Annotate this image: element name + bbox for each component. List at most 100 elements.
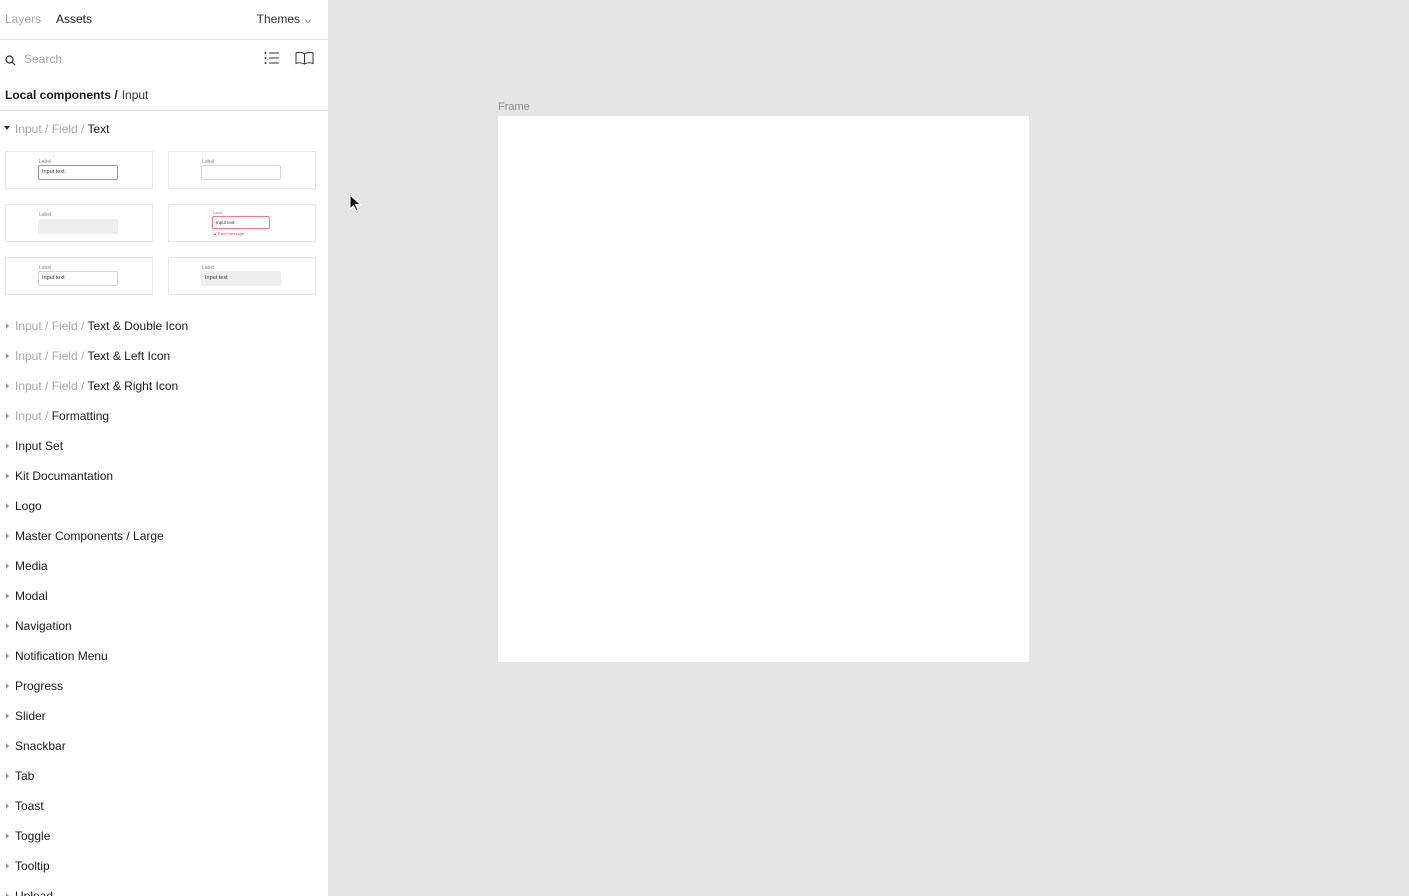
preview-field xyxy=(201,165,281,180)
caret-right-icon[interactable] xyxy=(6,803,9,809)
breadcrumb-root[interactable]: Local components / xyxy=(5,88,118,102)
preview-label: Label xyxy=(39,212,52,218)
group-path: Toggle xyxy=(15,829,50,843)
breadcrumb-current: Input xyxy=(121,88,149,102)
group-name: Snackbar xyxy=(15,739,66,753)
caret-right-icon[interactable] xyxy=(6,713,9,719)
caret-right-icon[interactable] xyxy=(6,833,9,839)
error-text: Error message xyxy=(218,231,245,236)
component-group[interactable]: Input / Field / Text & Left Icon xyxy=(0,349,328,365)
component-group[interactable]: Toggle xyxy=(0,829,328,845)
group-name: Formatting xyxy=(51,409,110,423)
group-path: Toast xyxy=(15,799,44,813)
group-prefix: Input / xyxy=(15,409,52,423)
book-icon[interactable] xyxy=(295,51,314,70)
component-thumb-input-focused[interactable]: Label Input text xyxy=(5,151,153,189)
group-path: Input / Field / Text xyxy=(15,122,110,136)
search-icon xyxy=(5,53,16,71)
frame[interactable] xyxy=(498,116,1029,662)
component-thumb-input-filled-gray[interactable]: Label Input text xyxy=(168,257,316,295)
group-path: Logo xyxy=(15,499,42,513)
component-group[interactable]: Kit Documantation xyxy=(0,469,328,485)
component-group[interactable]: Tab xyxy=(0,769,328,785)
caret-right-icon[interactable] xyxy=(6,863,9,869)
preview-field: Input text xyxy=(38,271,118,286)
breadcrumb: Local components / Input xyxy=(5,88,148,102)
group-name: Notification Menu xyxy=(15,649,108,663)
group-path: Master Components / Large xyxy=(15,529,164,543)
component-group[interactable]: Input / Field / Text & Double Icon xyxy=(0,319,328,335)
component-group[interactable]: Input / Field / Text & Right Icon xyxy=(0,379,328,395)
group-path: Tooltip xyxy=(15,859,50,873)
group-path: Progress xyxy=(15,679,63,693)
preview-field xyxy=(38,219,118,234)
component-group[interactable]: Input / Formatting xyxy=(0,409,328,425)
component-group[interactable]: Modal xyxy=(0,589,328,605)
component-group[interactable]: Upload xyxy=(0,889,328,896)
group-name: Tab xyxy=(15,769,35,783)
caret-right-icon[interactable] xyxy=(6,773,9,779)
group-path: Input / Field / Text & Left Icon xyxy=(15,349,170,363)
group-path: Input / Field / Text & Double Icon xyxy=(15,319,188,333)
caret-right-icon[interactable] xyxy=(6,623,9,629)
tab-assets[interactable]: Assets xyxy=(56,12,92,26)
component-group[interactable]: Progress xyxy=(0,679,328,695)
tab-layers[interactable]: Layers xyxy=(5,12,41,26)
component-group[interactable]: Tooltip xyxy=(0,859,328,875)
caret-right-icon[interactable] xyxy=(6,443,9,449)
themes-dropdown[interactable]: Themes xyxy=(257,12,312,27)
group-path: Input / Field / Text & Right Icon xyxy=(15,379,178,393)
component-group[interactable]: Slider xyxy=(0,709,328,725)
component-thumb-input-disabled[interactable]: Label xyxy=(5,204,153,242)
group-name: Navigation xyxy=(15,619,72,633)
group-name: Toggle xyxy=(15,829,51,843)
group-prefix: Input / Field / xyxy=(15,349,88,363)
caret-right-icon[interactable] xyxy=(6,743,9,749)
component-group[interactable]: Notification Menu xyxy=(0,649,328,665)
divider xyxy=(0,110,328,111)
caret-right-icon[interactable] xyxy=(6,653,9,659)
group-path: Input / Formatting xyxy=(15,409,109,423)
caret-right-icon[interactable] xyxy=(6,593,9,599)
list-view-icon[interactable] xyxy=(264,51,280,70)
component-group[interactable]: Input Set xyxy=(0,439,328,455)
caret-right-icon[interactable] xyxy=(6,473,9,479)
component-group[interactable]: Media xyxy=(0,559,328,575)
group-name: Input Set xyxy=(15,439,64,453)
component-group[interactable]: Logo xyxy=(0,499,328,515)
caret-right-icon[interactable] xyxy=(6,323,9,329)
preview-field: Input text xyxy=(38,165,118,180)
component-thumb-input-error[interactable]: Label Input text ▲ Error message xyxy=(168,204,316,242)
group-name: Upload xyxy=(15,889,54,896)
preview-field: Input text xyxy=(201,271,281,286)
component-group-open[interactable]: Input / Field / Text xyxy=(0,122,328,138)
assets-panel: Layers Assets Themes Local components /I… xyxy=(0,0,329,896)
frame-label[interactable]: Frame xyxy=(498,101,530,113)
component-group[interactable]: Toast xyxy=(0,799,328,815)
caret-right-icon[interactable] xyxy=(6,533,9,539)
component-group[interactable]: Snackbar xyxy=(0,739,328,755)
component-group[interactable]: Navigation xyxy=(0,619,328,635)
component-thumb-input-empty[interactable]: Label xyxy=(168,151,316,189)
group-path: Kit Documantation xyxy=(15,469,113,483)
group-path: Upload xyxy=(15,889,53,896)
caret-right-icon[interactable] xyxy=(6,383,9,389)
group-path: Tab xyxy=(15,769,34,783)
group-name: Text xyxy=(87,122,110,136)
themes-label: Themes xyxy=(256,12,300,26)
group-path: Media xyxy=(15,559,48,573)
caret-right-icon[interactable] xyxy=(6,563,9,569)
caret-right-icon[interactable] xyxy=(6,503,9,509)
group-name: Toast xyxy=(15,799,44,813)
group-name: Text & Left Icon xyxy=(87,349,171,363)
component-thumb-input-filled[interactable]: Label Input text xyxy=(5,257,153,295)
group-name: Kit Documantation xyxy=(15,469,114,483)
caret-right-icon[interactable] xyxy=(6,353,9,359)
group-name: Progress xyxy=(15,679,64,693)
caret-right-icon[interactable] xyxy=(6,413,9,419)
component-group[interactable]: Master Components / Large xyxy=(0,529,328,545)
search-input[interactable] xyxy=(20,49,248,69)
caret-down-icon[interactable] xyxy=(4,126,10,130)
caret-right-icon[interactable] xyxy=(6,683,9,689)
chevron-down-icon xyxy=(304,13,312,27)
